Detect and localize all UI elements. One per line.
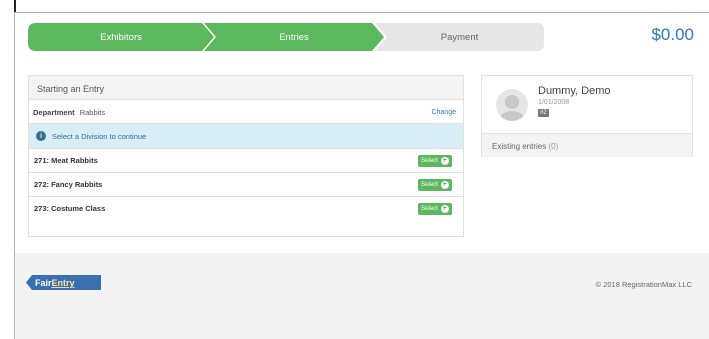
exhibitor-badge: #2: [538, 109, 549, 117]
select-button-label: Select: [421, 182, 438, 188]
avatar-body-shape: [499, 111, 525, 121]
division-name: 273: Costume Class: [34, 204, 106, 213]
entry-panel-title: Starting an Entry: [29, 76, 463, 100]
select-button-label: Select: [421, 158, 438, 164]
logo-text-fair: Fair: [35, 278, 52, 288]
step-payment[interactable]: Payment: [375, 23, 544, 51]
existing-entries[interactable]: Existing entries (0): [482, 133, 692, 157]
step-entries[interactable]: Entries: [204, 23, 384, 51]
division-name: 271: Meat Rabbits: [34, 156, 98, 165]
existing-entries-label: Existing entries: [492, 142, 547, 151]
department-label: Department: [33, 108, 75, 117]
division-row: 271: Meat Rabbits Select +: [29, 148, 463, 172]
svg-text:FairEntry: FairEntry: [35, 278, 75, 288]
step-payment-label: Payment: [440, 31, 479, 43]
main-content: Exhibitors Entries Payment $0.00 Startin…: [15, 13, 709, 253]
change-department-link[interactable]: Change: [431, 109, 456, 116]
select-division-button[interactable]: Select +: [418, 179, 452, 191]
logo-text-entry: Entry: [52, 278, 75, 288]
select-division-button[interactable]: Select +: [418, 203, 452, 215]
avatar: [496, 89, 528, 121]
entry-panel: Starting an Entry Department Rabbits Chan…: [28, 75, 464, 237]
exhibitor-profile-card: Dummy, Demo 1/01/2008 #2 Existing entrie…: [481, 75, 693, 157]
fairentry-logo[interactable]: FairEntry: [26, 275, 106, 290]
division-row: 273: Costume Class Select +: [29, 196, 463, 220]
division-row: 272: Fancy Rabbits Select +: [29, 172, 463, 196]
department-value: Rabbits: [79, 108, 106, 117]
info-icon: i: [36, 131, 46, 141]
exhibitor-name: Dummy, Demo: [538, 85, 611, 97]
info-alert: i Select a Division to continue: [29, 124, 463, 148]
select-division-button[interactable]: Select +: [418, 155, 452, 167]
app-frame: Exhibitors Entries Payment $0.00 Startin…: [14, 12, 709, 339]
step-entries-label: Entries: [279, 31, 309, 43]
cart-total: $0.00: [651, 25, 694, 44]
plus-circle-icon: +: [440, 157, 449, 165]
select-button-label: Select: [421, 206, 438, 212]
department-row: Department Rabbits Change: [29, 100, 463, 124]
progress-steps: Exhibitors Entries Payment: [28, 23, 544, 51]
plus-circle-icon: +: [440, 181, 449, 189]
step-exhibitors[interactable]: Exhibitors: [28, 23, 214, 51]
info-text: Select a Division to continue: [52, 131, 147, 141]
division-name: 272: Fancy Rabbits: [34, 180, 103, 189]
exhibitor-date: 1/01/2008: [538, 99, 570, 106]
plus-circle-icon: +: [440, 205, 449, 213]
copyright: © 2018 RegistrationMax LLC: [595, 280, 692, 289]
avatar-head-shape: [505, 95, 519, 109]
step-exhibitors-label: Exhibitors: [100, 31, 142, 43]
existing-entries-count: (0): [548, 142, 559, 151]
